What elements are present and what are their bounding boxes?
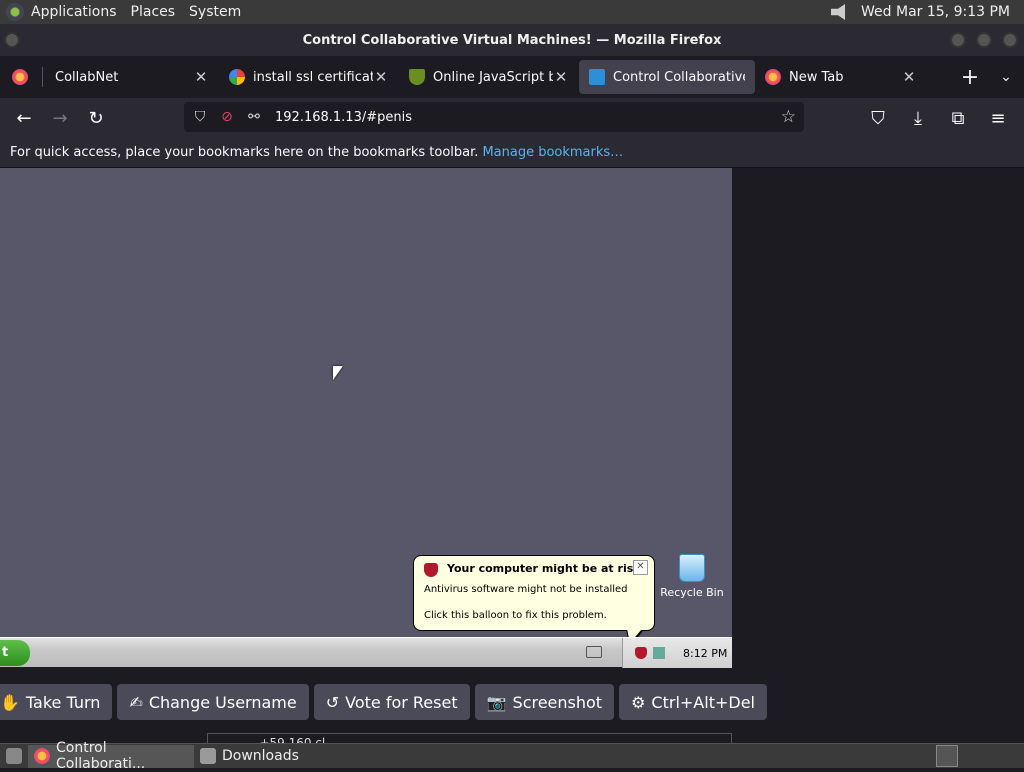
tab-label: Control Collaborative bbox=[613, 69, 745, 85]
url-bar[interactable]: ⛉ ⊘ ⚯ 192.168.1.13/#penis ☆ bbox=[184, 102, 804, 132]
downloads-icon[interactable]: ⤓ bbox=[900, 102, 936, 134]
insecure-lock-icon[interactable]: ⊘ bbox=[216, 109, 238, 125]
recycle-bin-desktop-icon[interactable]: Recycle Bin bbox=[660, 554, 724, 599]
task-label: Control Collaborati... bbox=[56, 740, 146, 772]
firefox-icon bbox=[765, 69, 781, 85]
back-button[interactable]: ← bbox=[6, 102, 42, 134]
tracking-shield-icon[interactable]: ⛉ bbox=[189, 109, 211, 125]
google-icon bbox=[229, 69, 245, 85]
panel-clock[interactable]: Wed Mar 15, 9:13 PM bbox=[861, 4, 1010, 20]
taskbar-firefox-window[interactable]: Control Collaborati... bbox=[28, 740, 194, 772]
window-title: Control Collaborative Virtual Machines! … bbox=[302, 32, 722, 48]
close-tab-icon[interactable]: ✕ bbox=[901, 68, 917, 86]
close-tab-icon[interactable]: ✕ bbox=[553, 68, 569, 86]
tab-label: install ssl certificate bbox=[253, 69, 373, 85]
close-tab-icon[interactable]: ✕ bbox=[193, 68, 209, 86]
vote-reset-button[interactable]: ↺ Vote for Reset bbox=[313, 684, 470, 720]
monitor-icon bbox=[589, 69, 605, 85]
firefox-view-button[interactable] bbox=[0, 60, 42, 94]
vm-start-button[interactable]: t bbox=[0, 640, 30, 666]
manage-bookmarks-link[interactable]: Manage bookmarks… bbox=[482, 145, 623, 160]
camera-icon: 📷 bbox=[486, 692, 507, 712]
navigation-toolbar: ← → ↻ ⛉ ⊘ ⚯ 192.168.1.13/#penis ☆ ⛉ ⤓ ⧉ … bbox=[0, 98, 1024, 138]
tray-network-icon[interactable] bbox=[653, 647, 665, 659]
screenshot-button[interactable]: 📷 Screenshot bbox=[474, 684, 615, 720]
system-menu[interactable]: System bbox=[182, 4, 248, 20]
distro-logo-icon[interactable] bbox=[6, 3, 24, 21]
show-desktop-button[interactable] bbox=[0, 745, 28, 768]
volume-icon[interactable] bbox=[831, 4, 846, 20]
system-top-panel: Applications Places System Wed Mar 15, 9… bbox=[0, 0, 1024, 24]
vm-tray-clock: 8:12 PM bbox=[683, 646, 728, 660]
bookmarks-toolbar: For quick access, place your bookmarks h… bbox=[0, 138, 1024, 168]
new-tab-button[interactable]: + bbox=[952, 65, 988, 90]
button-label: Change Username bbox=[148, 692, 297, 712]
reload-button[interactable]: ↻ bbox=[78, 102, 114, 134]
balloon-action-text: Click this balloon to fix this problem. bbox=[424, 610, 607, 621]
system-bottom-panel: Control Collaborati... Downloads bbox=[0, 740, 1024, 772]
button-label: Take Turn bbox=[25, 692, 101, 712]
recycle-bin-icon bbox=[679, 554, 705, 582]
bookmark-star-icon[interactable]: ☆ bbox=[781, 107, 796, 127]
menu-hamburger-icon[interactable]: ≡ bbox=[980, 102, 1016, 134]
extensions-icon[interactable]: ⧉ bbox=[940, 102, 976, 134]
tray-shield-icon[interactable] bbox=[635, 647, 647, 659]
page-content: Recycle Bin Your computer might be at ri… bbox=[0, 168, 1024, 745]
tab-bar: CollabNet ✕ install ssl certificate ✕ On… bbox=[0, 56, 1024, 98]
vm-taskbar: t 8:12 PM bbox=[0, 637, 732, 668]
security-shield-icon bbox=[424, 563, 438, 577]
undo-icon: ↺ bbox=[325, 692, 340, 712]
recycle-bin-label: Recycle Bin bbox=[660, 586, 724, 599]
ctrl-alt-del-button[interactable]: ⚙ Ctrl+Alt+Del bbox=[619, 684, 767, 720]
close-window-button[interactable] bbox=[1002, 32, 1018, 48]
window-titlebar[interactable]: Control Collaborative Virtual Machines! … bbox=[0, 24, 1024, 56]
tab-collabnet[interactable]: CollabNet ✕ bbox=[43, 60, 219, 94]
workspace-switcher[interactable] bbox=[936, 745, 958, 767]
tab-install-ssl[interactable]: install ssl certificate ✕ bbox=[219, 60, 399, 94]
pocket-icon[interactable]: ⛉ bbox=[860, 102, 896, 134]
button-label: Screenshot bbox=[512, 692, 603, 712]
vm-display[interactable]: Recycle Bin Your computer might be at ri… bbox=[0, 168, 732, 668]
js-icon bbox=[409, 69, 425, 85]
button-label: Vote for Reset bbox=[345, 692, 458, 712]
desktop-icon bbox=[6, 748, 22, 764]
firefox-icon bbox=[34, 748, 50, 764]
list-all-tabs-chevron-icon[interactable]: ⌄ bbox=[988, 69, 1024, 85]
minimize-button[interactable] bbox=[950, 32, 966, 48]
task-label: Downloads bbox=[222, 748, 299, 764]
gear-icon: ⚙ bbox=[631, 692, 646, 712]
vm-system-tray: 8:12 PM bbox=[622, 638, 732, 668]
take-turn-button[interactable]: ✋ Take Turn bbox=[0, 684, 113, 720]
language-keyboard-icon[interactable] bbox=[586, 646, 602, 658]
tab-online-javascript[interactable]: Online JavaScript be ✕ bbox=[399, 60, 579, 94]
folder-icon bbox=[200, 748, 216, 764]
bookmarks-hint: For quick access, place your bookmarks h… bbox=[10, 145, 479, 160]
tab-label: CollabNet bbox=[55, 69, 119, 85]
places-menu[interactable]: Places bbox=[124, 4, 183, 20]
security-alert-balloon[interactable]: Your computer might be at risk ✕ Antivir… bbox=[413, 555, 655, 646]
forward-button[interactable]: → bbox=[42, 102, 78, 134]
balloon-message: Antivirus software might not be installe… bbox=[424, 584, 628, 595]
tab-label: New Tab bbox=[789, 69, 844, 85]
window-menu-button[interactable] bbox=[4, 32, 20, 48]
change-username-button[interactable]: ✍ Change Username bbox=[117, 684, 309, 720]
button-label: Ctrl+Alt+Del bbox=[651, 692, 755, 712]
balloon-title: Your computer might be at risk bbox=[447, 562, 641, 575]
tab-label: Online JavaScript be bbox=[433, 69, 553, 85]
url-text[interactable]: 192.168.1.13/#penis bbox=[275, 110, 412, 125]
applications-menu[interactable]: Applications bbox=[24, 4, 124, 20]
hand-icon: ✋ bbox=[0, 692, 20, 712]
signature-icon: ✍ bbox=[129, 692, 143, 712]
tab-control-collaborative[interactable]: Control Collaborative bbox=[579, 60, 755, 94]
close-tab-icon[interactable]: ✕ bbox=[373, 68, 389, 86]
vm-controls: ✋ Take Turn ✍ Change Username ↺ Vote for… bbox=[0, 684, 767, 720]
firefox-icon bbox=[12, 69, 28, 85]
tab-new-tab[interactable]: New Tab ✕ bbox=[755, 60, 927, 94]
permissions-icon[interactable]: ⚯ bbox=[243, 109, 265, 125]
maximize-button[interactable] bbox=[976, 32, 992, 48]
mouse-cursor-icon bbox=[333, 366, 343, 380]
balloon-close-button[interactable]: ✕ bbox=[633, 560, 648, 575]
taskbar-downloads-window[interactable]: Downloads bbox=[194, 745, 305, 768]
